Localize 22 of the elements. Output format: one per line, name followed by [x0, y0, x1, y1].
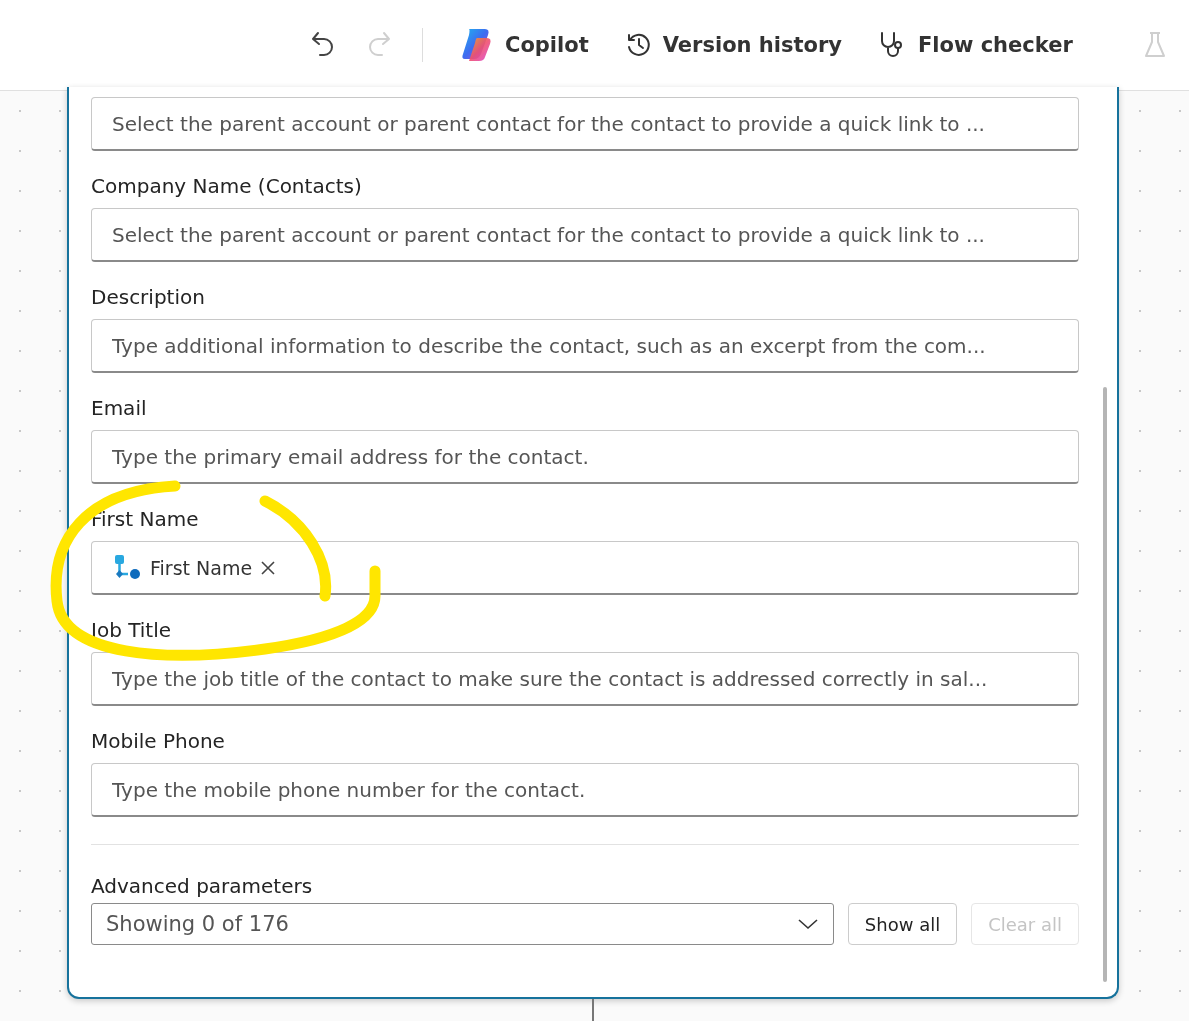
- field-label: Mobile Phone: [91, 728, 225, 754]
- toolbar-button[interactable]: Flow checker: [878, 30, 1073, 60]
- input-field[interactable]: Type additional information to describe the contact, such as an excerpt from the com...: [91, 319, 1079, 373]
- input-field[interactable]: Select the parent account or parent contact for the contact to provide a quick link to ...: [91, 97, 1079, 151]
- toolbar-button[interactable]: Version history: [624, 31, 842, 59]
- toolbar-button[interactable]: Copilot: [457, 26, 589, 64]
- close-icon[interactable]: [260, 559, 277, 576]
- dynamic-content-token[interactable]: First Name: [112, 552, 277, 583]
- flask-icon: [1142, 30, 1167, 60]
- field-label: Email: [91, 395, 147, 421]
- field-label: Description: [91, 284, 205, 310]
- field-label: Advanced parameters: [91, 873, 313, 899]
- chevron-down-icon: [796, 917, 819, 931]
- input-field[interactable]: First Name: [91, 541, 1079, 595]
- input-field[interactable]: Type the primary email address for the contact.: [91, 430, 1079, 484]
- action-button[interactable]: Show all: [847, 903, 958, 945]
- scrollbar[interactable]: [1103, 387, 1107, 982]
- input-field[interactable]: Type the mobile phone number for the contact.: [91, 763, 1079, 817]
- input-field[interactable]: Select the parent account or parent contact for the contact to provide a quick link to ...: [91, 208, 1079, 262]
- parameters-dropdown[interactable]: Showing 0 of 176: [91, 903, 834, 945]
- input-field[interactable]: Type the job title of the contact to make sure the contact is addressed correctly in sal...: [91, 652, 1079, 706]
- field-label: Company Name (Contacts): [91, 173, 362, 199]
